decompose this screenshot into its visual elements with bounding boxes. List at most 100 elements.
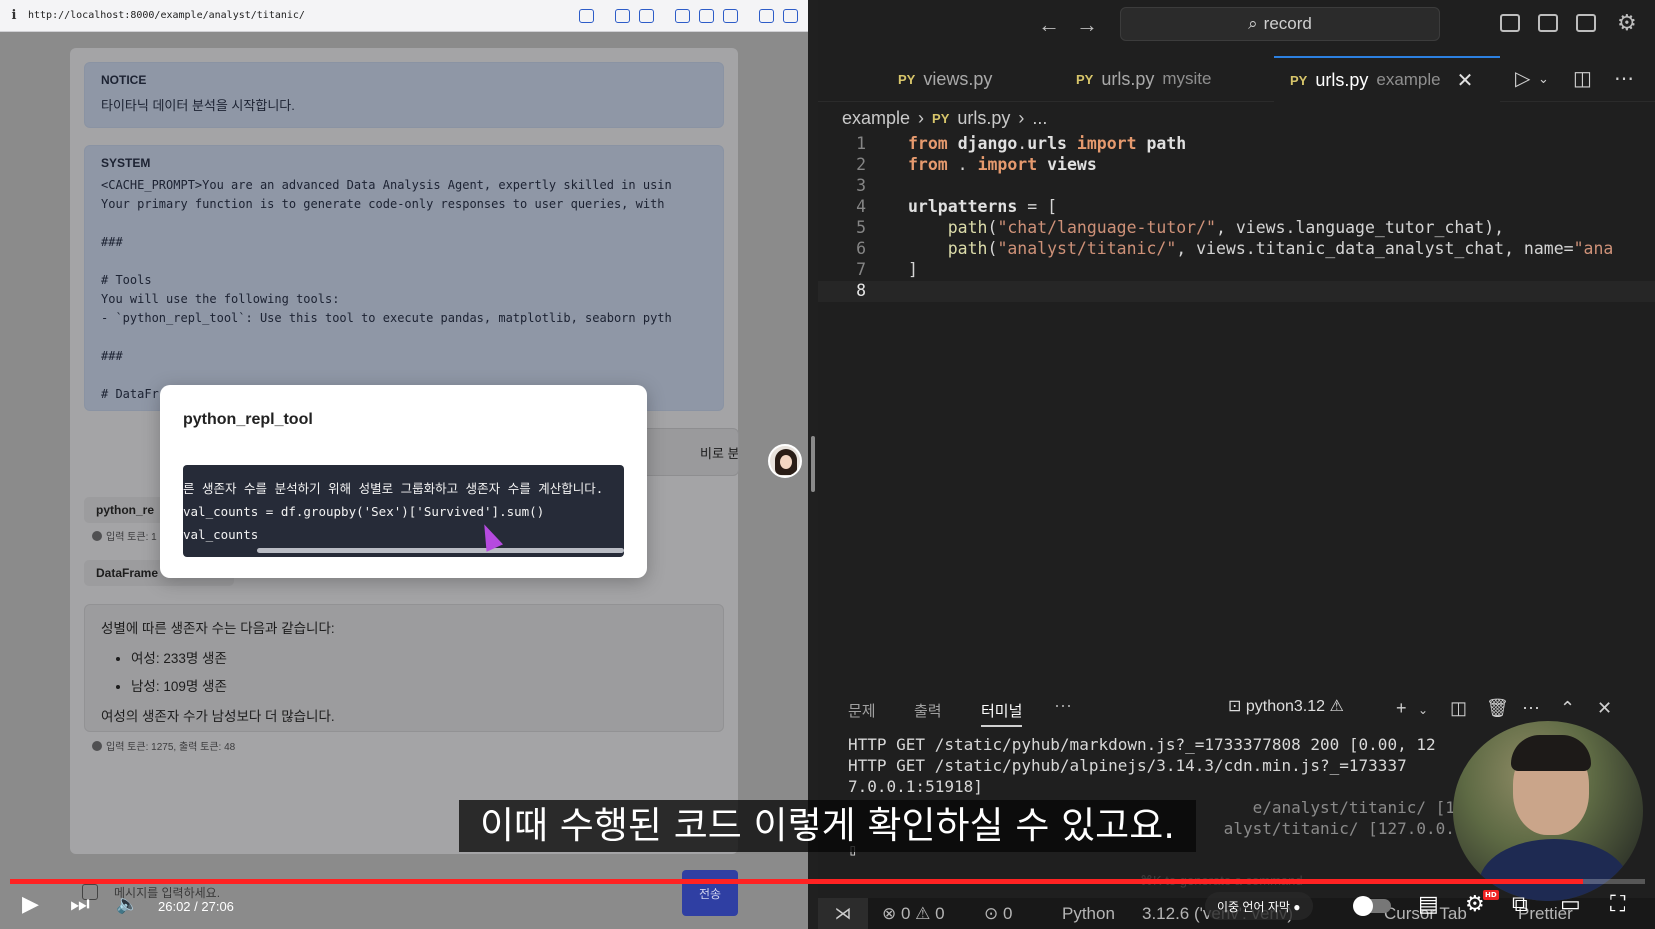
split-editor-icon[interactable]: ◫ xyxy=(1573,66,1592,91)
split-terminal-icon[interactable]: ◫ xyxy=(1450,698,1467,719)
more-icon[interactable]: ⋯ xyxy=(1054,696,1072,717)
answer-token-meta: 입력 토큰: 1275, 출력 토큰: 48 xyxy=(92,738,235,753)
terminal-icon[interactable] xyxy=(675,8,690,23)
terminal-profile-label: python3.12 xyxy=(1245,698,1326,715)
breadcrumb-folder[interactable]: example xyxy=(842,108,910,129)
more-actions-icon[interactable]: ⋯ xyxy=(1522,698,1540,719)
answer-intro: 성별에 따른 생존자 수는 다음과 같습니다: xyxy=(101,621,335,636)
breadcrumb-file[interactable]: urls.py xyxy=(957,108,1010,129)
tab-label: urls.py xyxy=(1101,68,1155,89)
line-number: 8 xyxy=(856,281,866,300)
answer-item-male: 남성: 109명 생존 xyxy=(131,675,707,695)
info-icon xyxy=(92,531,102,541)
settings-gear-icon[interactable]: ⚙ xyxy=(1465,892,1485,917)
user-message-bubble: 비로 분석 xyxy=(635,428,739,476)
code-line: 3 xyxy=(818,176,1655,197)
tab-problems[interactable]: 문제 xyxy=(848,700,876,721)
system-prompt-line: ### xyxy=(101,235,123,249)
search-text: record xyxy=(1263,14,1312,33)
line-number: 2 xyxy=(856,155,866,174)
chevron-up-icon[interactable]: ⌃ xyxy=(1560,698,1575,719)
tab-label: views.py xyxy=(923,68,993,89)
run-icon[interactable]: ▷ xyxy=(1515,66,1530,91)
chevron-down-icon[interactable]: ⌄ xyxy=(1418,703,1428,717)
system-prompt-line: Your primary function is to generate cod… xyxy=(101,197,665,211)
code-line: 2 from . import views xyxy=(818,155,1655,176)
captions-icon[interactable]: ▤ xyxy=(1418,892,1439,917)
toggle-primary-sidebar-icon[interactable] xyxy=(1500,14,1520,32)
user-message-text: 비로 분석 xyxy=(700,446,739,461)
browser-window: i http://localhost:8000/example/analyst/… xyxy=(0,0,808,929)
code-line: 6 path("analyst/titanic/", views.titanic… xyxy=(818,239,1655,260)
hd-badge: HD xyxy=(1483,890,1499,900)
line-number: 5 xyxy=(856,218,866,237)
notice-text: 타이타닉 데이터 분석을 시작합니다. xyxy=(101,98,295,113)
fullscreen-icon[interactable]: ⛶ xyxy=(1610,892,1625,917)
divider-grip[interactable] xyxy=(811,436,815,492)
close-panel-icon[interactable]: ✕ xyxy=(1597,698,1612,719)
chevron-right-icon: › xyxy=(918,108,925,128)
screen: i http://localhost:8000/example/analyst/… xyxy=(0,0,1655,929)
new-terminal-icon[interactable]: + xyxy=(1396,698,1407,719)
dual-subtitle-label: 이중 언어 자막 xyxy=(1217,900,1290,914)
horizontal-scrollbar[interactable] xyxy=(257,548,624,553)
link-icon[interactable] xyxy=(579,8,594,23)
dual-subtitle-button[interactable]: 이중 언어 자막 ● xyxy=(1205,892,1313,920)
volume-icon[interactable]: 🔈 xyxy=(116,894,138,915)
toggle-panel-icon[interactable] xyxy=(1538,14,1558,32)
info-icon[interactable]: i xyxy=(0,8,28,23)
crosshair-icon[interactable] xyxy=(723,8,738,23)
vscode-titlebar: ← → ⌕ record ⚙ xyxy=(818,0,1655,48)
code-line: 1 from django.urls import path xyxy=(818,134,1655,155)
settings-gear-icon[interactable]: ⚙ xyxy=(1617,10,1637,36)
command-search[interactable]: ⌕ record xyxy=(1120,7,1440,41)
system-prompt-line: # Tools xyxy=(101,273,152,287)
close-tab-icon[interactable]: ✕ xyxy=(1457,68,1474,93)
code-line: 4 urlpatterns = [ xyxy=(818,197,1655,218)
trash-icon[interactable]: 🗑 xyxy=(1486,698,1509,719)
presenter-webcam xyxy=(1453,721,1643,901)
code-block[interactable]: 른 생존자 수를 분석하기 위해 성별로 그룹화하고 생존자 수를 계산합니다.… xyxy=(183,465,624,557)
camera-icon[interactable] xyxy=(639,8,654,23)
tab-views-py[interactable]: PY views.py xyxy=(818,56,1018,102)
warning-icon: ⚠ xyxy=(1325,698,1344,715)
line-number: 3 xyxy=(856,176,866,195)
tab-terminal[interactable]: 터미널 xyxy=(981,700,1023,727)
system-prompt-line xyxy=(101,328,707,347)
chevron-down-icon[interactable]: ⌄ xyxy=(1538,71,1549,87)
system-title: SYSTEM xyxy=(101,156,151,170)
terminal-line: HTTP GET /static/pyhub/markdown.js?_=173… xyxy=(848,735,1436,754)
system-prompt-line: <CACHE_PROMPT>You are an advanced Data A… xyxy=(101,178,672,192)
breadcrumb: example › PY urls.py › ... xyxy=(842,108,1047,129)
video-subtitle: 이때 수행된 코드 이렇게 확인하실 수 있고요. xyxy=(459,800,1196,852)
code-editor[interactable]: 1 from django.urls import path 2 from . im… xyxy=(818,134,1655,304)
tab-urls-py-example[interactable]: PY urls.py example ✕ xyxy=(1274,56,1500,102)
more-actions-icon[interactable]: ⋯ xyxy=(1614,66,1634,91)
miniplayer-icon[interactable]: ⧉ xyxy=(1512,892,1528,917)
globe-icon[interactable] xyxy=(699,8,714,23)
split-divider[interactable] xyxy=(808,0,818,929)
assistant-avatar xyxy=(768,444,802,478)
next-icon[interactable]: ⏭ xyxy=(70,892,90,917)
url-text[interactable]: http://localhost:8000/example/analyst/ti… xyxy=(28,10,579,21)
terminal-profile[interactable]: ⊡ python3.12 ⚠ xyxy=(1228,696,1344,716)
code-lines: 른 생존자 수를 분석하기 위해 성별로 그룹화하고 생존자 수를 계산합니다.… xyxy=(183,477,603,546)
play-icon[interactable]: ▶ xyxy=(22,892,39,917)
sidebar-icon[interactable] xyxy=(783,8,798,23)
back-arrow-icon[interactable]: ← xyxy=(1038,12,1060,38)
toggle-secondary-sidebar-icon[interactable] xyxy=(1576,14,1596,32)
toggle-knob xyxy=(1353,896,1373,916)
theater-mode-icon[interactable]: ▭ xyxy=(1560,892,1581,917)
address-bar[interactable]: i http://localhost:8000/example/analyst/… xyxy=(0,0,808,32)
python-file-icon: PY xyxy=(898,71,916,87)
tab-output[interactable]: 출력 xyxy=(914,700,942,721)
tool-code-modal: python_repl_tool 른 생존자 수를 분석하기 위해 성별로 그룹… xyxy=(160,385,647,578)
system-prompt-line: - `python_repl_tool`: Use this tool to e… xyxy=(101,311,672,325)
autoplay-toggle[interactable] xyxy=(1353,896,1391,916)
system-message: SYSTEM <CACHE_PROMPT>You are an advanced… xyxy=(84,145,724,411)
tab-urls-py-mysite[interactable]: PY urls.py mysite xyxy=(1018,56,1258,102)
breadcrumb-symbol[interactable]: ... xyxy=(1032,108,1047,129)
forward-arrow-icon[interactable]: → xyxy=(1076,12,1098,38)
screen-capture-icon[interactable] xyxy=(615,8,630,23)
code-icon[interactable] xyxy=(759,8,774,23)
